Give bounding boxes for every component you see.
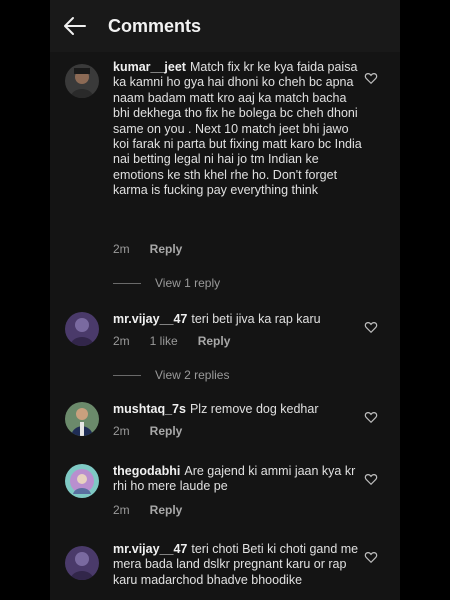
comment-username[interactable]: mushtaq_7s (113, 402, 186, 416)
avatar[interactable] (65, 312, 99, 346)
view-replies-link[interactable]: View 2 replies (113, 368, 229, 382)
avatar[interactable] (65, 64, 99, 98)
heart-outline-icon[interactable] (364, 550, 378, 564)
avatar[interactable] (65, 546, 99, 580)
view-replies-label: View 1 reply (155, 276, 221, 290)
page-title: Comments (108, 15, 202, 36)
heart-outline-icon[interactable] (364, 472, 378, 486)
arrow-left-icon (64, 17, 86, 35)
reply-button[interactable]: Reply (198, 334, 231, 348)
comment-text: Match fix kr ke kya faida paisa ka kamni… (113, 60, 362, 198)
comment-username[interactable]: thegodabhi (113, 464, 180, 478)
back-button[interactable] (60, 11, 90, 41)
reply-button[interactable]: Reply (150, 242, 183, 256)
comment-time: 2m (113, 503, 130, 517)
comment-username[interactable]: mr.vijay__47 (113, 542, 187, 556)
like-count[interactable]: 1 like (150, 334, 178, 348)
reply-button[interactable]: Reply (150, 503, 183, 517)
divider (113, 374, 141, 376)
avatar[interactable] (65, 464, 99, 498)
view-replies-link[interactable]: View 1 reply (113, 276, 220, 290)
header-bar: Comments (50, 0, 400, 52)
comment-text: Plz remove dog kedhar (189, 402, 319, 416)
avatar[interactable] (65, 402, 99, 436)
comment-time: 2m (113, 424, 130, 438)
comment-text: teri beti jiva ka rap karu (191, 312, 321, 326)
comment-time: 2m (113, 334, 130, 348)
comments-screen: Comments kumar__jeet Match fix kr ke kya … (50, 0, 400, 600)
heart-outline-icon[interactable] (364, 320, 378, 334)
comment-time: 2m (113, 242, 130, 256)
heart-outline-icon[interactable] (364, 410, 378, 424)
view-replies-label: View 2 replies (155, 368, 230, 382)
reply-button[interactable]: Reply (150, 424, 183, 438)
comment-username[interactable]: kumar__jeet (113, 60, 186, 74)
divider (113, 282, 141, 284)
comment-username[interactable]: mr.vijay__47 (113, 312, 187, 326)
heart-outline-icon[interactable] (364, 71, 378, 85)
